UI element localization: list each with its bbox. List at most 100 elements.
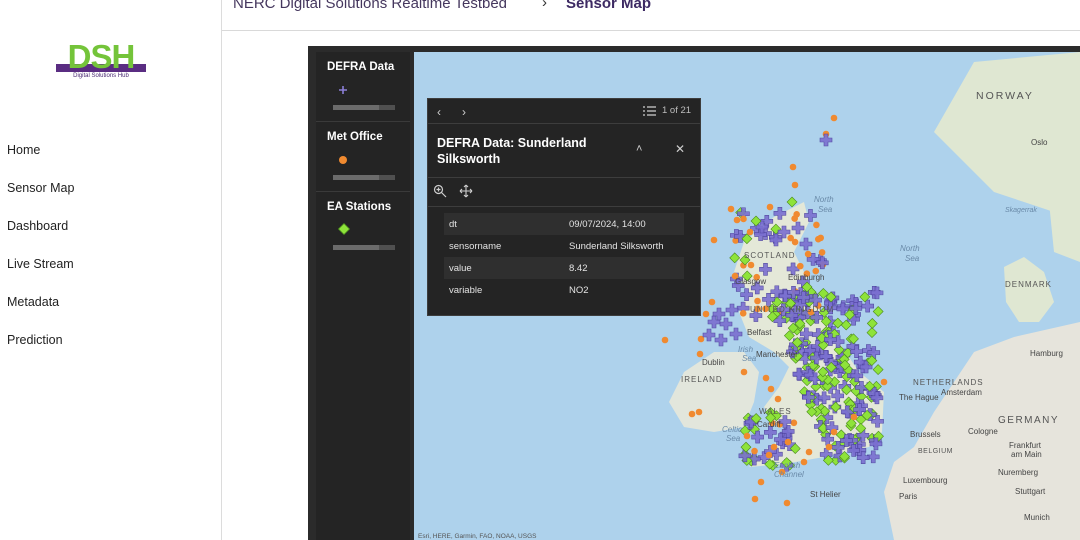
defra-marker[interactable] (861, 299, 875, 313)
table-row: variable NO2 (444, 279, 684, 301)
map-label-nuremberg: Nuremberg (998, 468, 1038, 477)
map-label-belfast: Belfast (747, 328, 772, 337)
ea-station-marker[interactable] (786, 196, 798, 208)
map-label-north-sea-2b: Sea (905, 254, 920, 263)
met-office-marker[interactable] (765, 451, 773, 459)
met-office-marker[interactable] (739, 310, 747, 317)
met-office-marker[interactable] (743, 432, 751, 440)
met-office-marker[interactable] (696, 350, 704, 358)
met-office-marker[interactable] (751, 495, 759, 503)
map-label-wales: WALES (759, 407, 792, 416)
met-office-marker[interactable] (757, 478, 765, 486)
ea-station-marker[interactable] (872, 364, 884, 375)
defra-marker[interactable] (819, 133, 833, 147)
map-label-norway: NORWAY (976, 90, 1034, 102)
met-office-marker[interactable] (770, 443, 778, 451)
met-office-marker[interactable] (751, 447, 758, 455)
popup-prev-button[interactable]: ‹ (437, 105, 441, 119)
met-office-marker[interactable] (766, 203, 774, 211)
met-office-marker[interactable] (710, 236, 718, 244)
met-office-marker[interactable] (727, 205, 735, 213)
met-office-marker[interactable] (789, 163, 797, 171)
met-office-marker[interactable] (850, 413, 858, 421)
met-office-marker[interactable] (804, 250, 812, 258)
met-office-marker[interactable] (880, 378, 888, 386)
sidebar-item-dashboard[interactable]: Dashboard (0, 216, 74, 254)
feature-list-icon[interactable] (642, 104, 658, 118)
met-office-marker[interactable] (767, 385, 775, 393)
ea-station-marker[interactable] (866, 327, 878, 338)
met-office-marker[interactable] (747, 261, 755, 269)
attr-key: variable (449, 284, 483, 296)
defra-marker[interactable] (799, 237, 813, 251)
met-office-marker[interactable] (661, 336, 669, 344)
dsh-logo[interactable]: DSH Digital Solutions Hub (56, 38, 146, 82)
met-office-marker[interactable] (791, 181, 799, 189)
popup-divider (428, 123, 700, 124)
sidebar-item-live-stream[interactable]: Live Stream (0, 254, 74, 292)
defra-marker[interactable] (702, 328, 716, 342)
close-icon[interactable]: ✕ (675, 142, 685, 156)
met-office-marker[interactable] (746, 228, 754, 236)
map-label-dublin: Dublin (702, 358, 725, 367)
met-office-marker[interactable] (830, 428, 838, 436)
popup-attribute-table: dt 09/07/2024, 14:00 sensorname Sunderland… (444, 213, 684, 301)
map-label-belgium: BELGIUM (918, 448, 953, 455)
chevron-up-icon[interactable]: ˄ (636, 143, 642, 155)
layer-opacity-slider[interactable] (333, 105, 395, 110)
ea-station-marker[interactable] (872, 306, 884, 317)
met-office-marker[interactable] (754, 297, 761, 305)
map-label-amsterdam: Amsterdam (941, 388, 982, 397)
met-office-marker[interactable] (774, 395, 782, 403)
met-office-marker[interactable] (825, 443, 833, 451)
met-office-marker[interactable] (800, 458, 808, 466)
defra-marker[interactable] (719, 317, 733, 331)
met-office-marker[interactable] (695, 408, 703, 416)
met-office-marker[interactable] (708, 298, 716, 306)
map-label-united-kingdom: UNITED KINGDOM (750, 305, 834, 314)
map-label-north-sea-1b: Sea (818, 205, 833, 214)
met-office-marker[interactable] (793, 211, 800, 218)
popup-next-button[interactable]: › (462, 105, 466, 119)
map-label-st-helier: St Helier (810, 490, 841, 499)
sidebar-item-home[interactable]: Home (0, 140, 74, 178)
sidebar-item-sensor-map[interactable]: Sensor Map (0, 178, 74, 216)
layer-item-ea-stations[interactable]: EA Stations (316, 192, 410, 261)
breadcrumb-root[interactable]: NERC Digital Solutions Realtime Testbed (233, 0, 507, 12)
met-office-marker[interactable] (733, 216, 741, 224)
met-office-marker[interactable] (762, 374, 770, 382)
map-label-ireland: IRELAND (681, 375, 723, 384)
layer-opacity-slider[interactable] (333, 175, 395, 180)
layer-item-defra[interactable]: DEFRA Data (316, 52, 410, 122)
defra-marker[interactable] (714, 333, 728, 347)
met-office-marker[interactable] (805, 448, 813, 456)
met-office-marker[interactable] (818, 249, 826, 256)
sidebar-item-metadata[interactable]: Metadata (0, 292, 74, 330)
met-office-marker[interactable] (830, 114, 838, 122)
met-office-marker[interactable] (702, 310, 710, 318)
met-office-marker[interactable] (688, 410, 696, 418)
met-office-marker[interactable] (787, 234, 794, 242)
met-office-marker[interactable] (814, 235, 822, 243)
layer-opacity-slider[interactable] (333, 245, 395, 250)
pan-to-icon[interactable] (459, 184, 473, 198)
ea-station-marker[interactable] (740, 441, 752, 453)
zoom-to-icon[interactable] (433, 184, 447, 198)
met-office-marker[interactable] (813, 221, 820, 229)
met-office-marker[interactable] (740, 215, 747, 223)
met-office-marker[interactable] (790, 419, 798, 427)
map-label-celtic-sea-b: Sea (726, 434, 741, 443)
ea-station-marker[interactable] (750, 215, 762, 227)
defra-marker[interactable] (729, 327, 743, 341)
met-office-marker[interactable] (740, 368, 748, 376)
defra-marker[interactable] (725, 303, 739, 317)
met-office-marker[interactable] (783, 499, 791, 507)
map-attribution: Esri, HERE, Garmin, FAO, NOAA, USGS (418, 533, 537, 540)
land-denmark (1004, 257, 1054, 322)
sidebar-item-prediction[interactable]: Prediction (0, 330, 74, 368)
met-office-marker[interactable] (796, 262, 804, 270)
met-office-marker[interactable] (784, 438, 792, 446)
layer-item-met-office[interactable]: Met Office (316, 122, 410, 192)
popup-feature-count: 1 of 21 (662, 105, 692, 116)
ea-station-marker[interactable] (866, 317, 878, 329)
